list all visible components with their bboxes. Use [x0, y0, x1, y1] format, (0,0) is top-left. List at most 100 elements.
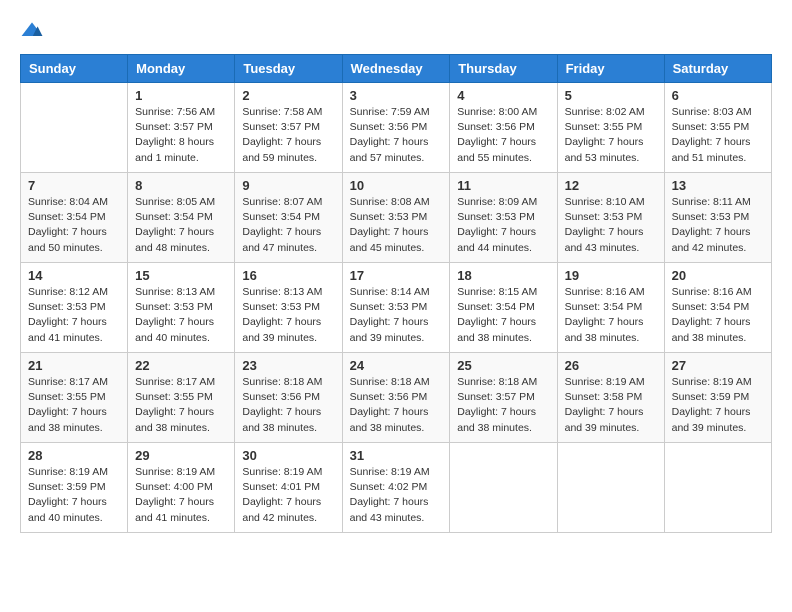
calendar-cell: 11 Sunrise: 8:09 AM Sunset: 3:53 PM Dayli…	[450, 173, 557, 263]
day-info: Sunrise: 8:19 AM Sunset: 4:02 PM Dayligh…	[350, 465, 443, 526]
day-info: Sunrise: 8:10 AM Sunset: 3:53 PM Dayligh…	[565, 195, 657, 256]
calendar-cell: 4 Sunrise: 8:00 AM Sunset: 3:56 PM Daylig…	[450, 83, 557, 173]
calendar-cell: 27 Sunrise: 8:19 AM Sunset: 3:59 PM Dayli…	[664, 353, 771, 443]
calendar-cell: 2 Sunrise: 7:58 AM Sunset: 3:57 PM Daylig…	[235, 83, 342, 173]
day-number: 12	[565, 178, 657, 193]
calendar-cell: 21Sunrise: 8:17 AM Sunset: 3:55 PM Dayli…	[21, 353, 128, 443]
day-info: Sunrise: 8:19 AM Sunset: 4:00 PM Dayligh…	[135, 465, 227, 526]
day-info: Sunrise: 8:19 AM Sunset: 4:01 PM Dayligh…	[242, 465, 334, 526]
day-number: 17	[350, 268, 443, 283]
day-info: Sunrise: 8:09 AM Sunset: 3:53 PM Dayligh…	[457, 195, 549, 256]
calendar-cell: 31 Sunrise: 8:19 AM Sunset: 4:02 PM Dayli…	[342, 443, 450, 533]
day-number: 31	[350, 448, 443, 463]
calendar-cell: 16 Sunrise: 8:13 AM Sunset: 3:53 PM Dayli…	[235, 263, 342, 353]
calendar-week-row: 28 Sunrise: 8:19 AM Sunset: 3:59 PM Dayli…	[21, 443, 772, 533]
day-number: 8	[135, 178, 227, 193]
calendar-week-row: 7Sunrise: 8:04 AM Sunset: 3:54 PM Daylig…	[21, 173, 772, 263]
day-number: 23	[242, 358, 334, 373]
day-info: Sunrise: 8:16 AM Sunset: 3:54 PM Dayligh…	[672, 285, 764, 346]
day-number: 1	[135, 88, 227, 103]
calendar-cell: 29 Sunrise: 8:19 AM Sunset: 4:00 PM Dayli…	[128, 443, 235, 533]
day-info: Sunrise: 8:13 AM Sunset: 3:53 PM Dayligh…	[135, 285, 227, 346]
day-number: 28	[28, 448, 120, 463]
day-info: Sunrise: 8:17 AM Sunset: 3:55 PM Dayligh…	[135, 375, 227, 436]
day-number: 4	[457, 88, 549, 103]
calendar-cell: 28 Sunrise: 8:19 AM Sunset: 3:59 PM Dayli…	[21, 443, 128, 533]
calendar-cell: 10 Sunrise: 8:08 AM Sunset: 3:53 PM Dayli…	[342, 173, 450, 263]
day-info: Sunrise: 8:14 AM Sunset: 3:53 PM Dayligh…	[350, 285, 443, 346]
weekday-header-row: SundayMondayTuesdayWednesdayThursdayFrid…	[21, 55, 772, 83]
day-number: 22	[135, 358, 227, 373]
day-info: Sunrise: 8:00 AM Sunset: 3:56 PM Dayligh…	[457, 105, 549, 166]
weekday-header-sunday: Sunday	[21, 55, 128, 83]
day-info: Sunrise: 8:04 AM Sunset: 3:54 PM Dayligh…	[28, 195, 120, 256]
day-info: Sunrise: 7:56 AM Sunset: 3:57 PM Dayligh…	[135, 105, 227, 166]
day-info: Sunrise: 8:18 AM Sunset: 3:57 PM Dayligh…	[457, 375, 549, 436]
weekday-header-monday: Monday	[128, 55, 235, 83]
calendar-cell: 19 Sunrise: 8:16 AM Sunset: 3:54 PM Dayli…	[557, 263, 664, 353]
day-info: Sunrise: 8:03 AM Sunset: 3:55 PM Dayligh…	[672, 105, 764, 166]
weekday-header-friday: Friday	[557, 55, 664, 83]
day-info: Sunrise: 8:02 AM Sunset: 3:55 PM Dayligh…	[565, 105, 657, 166]
day-number: 14	[28, 268, 120, 283]
calendar-cell	[557, 443, 664, 533]
calendar-cell: 14 Sunrise: 8:12 AM Sunset: 3:53 PM Dayli…	[21, 263, 128, 353]
day-info: Sunrise: 8:13 AM Sunset: 3:53 PM Dayligh…	[242, 285, 334, 346]
calendar-cell: 9 Sunrise: 8:07 AM Sunset: 3:54 PM Daylig…	[235, 173, 342, 263]
day-info: Sunrise: 8:07 AM Sunset: 3:54 PM Dayligh…	[242, 195, 334, 256]
calendar-week-row: 14 Sunrise: 8:12 AM Sunset: 3:53 PM Dayli…	[21, 263, 772, 353]
calendar-week-row: 1 Sunrise: 7:56 AM Sunset: 3:57 PM Daylig…	[21, 83, 772, 173]
calendar-table: SundayMondayTuesdayWednesdayThursdayFrid…	[20, 54, 772, 533]
day-number: 30	[242, 448, 334, 463]
calendar-week-row: 21Sunrise: 8:17 AM Sunset: 3:55 PM Dayli…	[21, 353, 772, 443]
day-number: 9	[242, 178, 334, 193]
day-number: 29	[135, 448, 227, 463]
weekday-header-thursday: Thursday	[450, 55, 557, 83]
day-info: Sunrise: 8:19 AM Sunset: 3:59 PM Dayligh…	[672, 375, 764, 436]
weekday-header-saturday: Saturday	[664, 55, 771, 83]
day-info: Sunrise: 8:17 AM Sunset: 3:55 PM Dayligh…	[28, 375, 120, 436]
day-number: 13	[672, 178, 764, 193]
day-number: 24	[350, 358, 443, 373]
day-number: 5	[565, 88, 657, 103]
day-info: Sunrise: 8:19 AM Sunset: 3:58 PM Dayligh…	[565, 375, 657, 436]
day-number: 25	[457, 358, 549, 373]
day-number: 27	[672, 358, 764, 373]
day-number: 20	[672, 268, 764, 283]
day-info: Sunrise: 8:18 AM Sunset: 3:56 PM Dayligh…	[350, 375, 443, 436]
day-info: Sunrise: 8:08 AM Sunset: 3:53 PM Dayligh…	[350, 195, 443, 256]
day-number: 11	[457, 178, 549, 193]
calendar-cell	[450, 443, 557, 533]
day-number: 19	[565, 268, 657, 283]
weekday-header-tuesday: Tuesday	[235, 55, 342, 83]
calendar-cell: 1 Sunrise: 7:56 AM Sunset: 3:57 PM Daylig…	[128, 83, 235, 173]
calendar-cell	[664, 443, 771, 533]
day-number: 18	[457, 268, 549, 283]
calendar-cell	[21, 83, 128, 173]
calendar-cell: 6Sunrise: 8:03 AM Sunset: 3:55 PM Daylig…	[664, 83, 771, 173]
day-info: Sunrise: 8:05 AM Sunset: 3:54 PM Dayligh…	[135, 195, 227, 256]
calendar-cell: 7Sunrise: 8:04 AM Sunset: 3:54 PM Daylig…	[21, 173, 128, 263]
calendar-cell: 18Sunrise: 8:15 AM Sunset: 3:54 PM Dayli…	[450, 263, 557, 353]
logo-icon	[20, 20, 44, 44]
day-info: Sunrise: 8:18 AM Sunset: 3:56 PM Dayligh…	[242, 375, 334, 436]
day-info: Sunrise: 8:19 AM Sunset: 3:59 PM Dayligh…	[28, 465, 120, 526]
calendar-cell: 3Sunrise: 7:59 AM Sunset: 3:56 PM Daylig…	[342, 83, 450, 173]
logo	[20, 20, 48, 44]
calendar-cell: 23 Sunrise: 8:18 AM Sunset: 3:56 PM Dayli…	[235, 353, 342, 443]
day-info: Sunrise: 8:16 AM Sunset: 3:54 PM Dayligh…	[565, 285, 657, 346]
day-info: Sunrise: 7:58 AM Sunset: 3:57 PM Dayligh…	[242, 105, 334, 166]
calendar-cell: 17 Sunrise: 8:14 AM Sunset: 3:53 PM Dayli…	[342, 263, 450, 353]
calendar-cell: 12 Sunrise: 8:10 AM Sunset: 3:53 PM Dayli…	[557, 173, 664, 263]
calendar-cell: 5 Sunrise: 8:02 AM Sunset: 3:55 PM Daylig…	[557, 83, 664, 173]
calendar-cell: 22 Sunrise: 8:17 AM Sunset: 3:55 PM Dayli…	[128, 353, 235, 443]
day-number: 10	[350, 178, 443, 193]
calendar-cell: 30 Sunrise: 8:19 AM Sunset: 4:01 PM Dayli…	[235, 443, 342, 533]
day-number: 2	[242, 88, 334, 103]
day-number: 16	[242, 268, 334, 283]
calendar-cell: 24 Sunrise: 8:18 AM Sunset: 3:56 PM Dayli…	[342, 353, 450, 443]
day-number: 3	[350, 88, 443, 103]
calendar-cell: 13 Sunrise: 8:11 AM Sunset: 3:53 PM Dayli…	[664, 173, 771, 263]
day-info: Sunrise: 8:11 AM Sunset: 3:53 PM Dayligh…	[672, 195, 764, 256]
day-info: Sunrise: 8:12 AM Sunset: 3:53 PM Dayligh…	[28, 285, 120, 346]
